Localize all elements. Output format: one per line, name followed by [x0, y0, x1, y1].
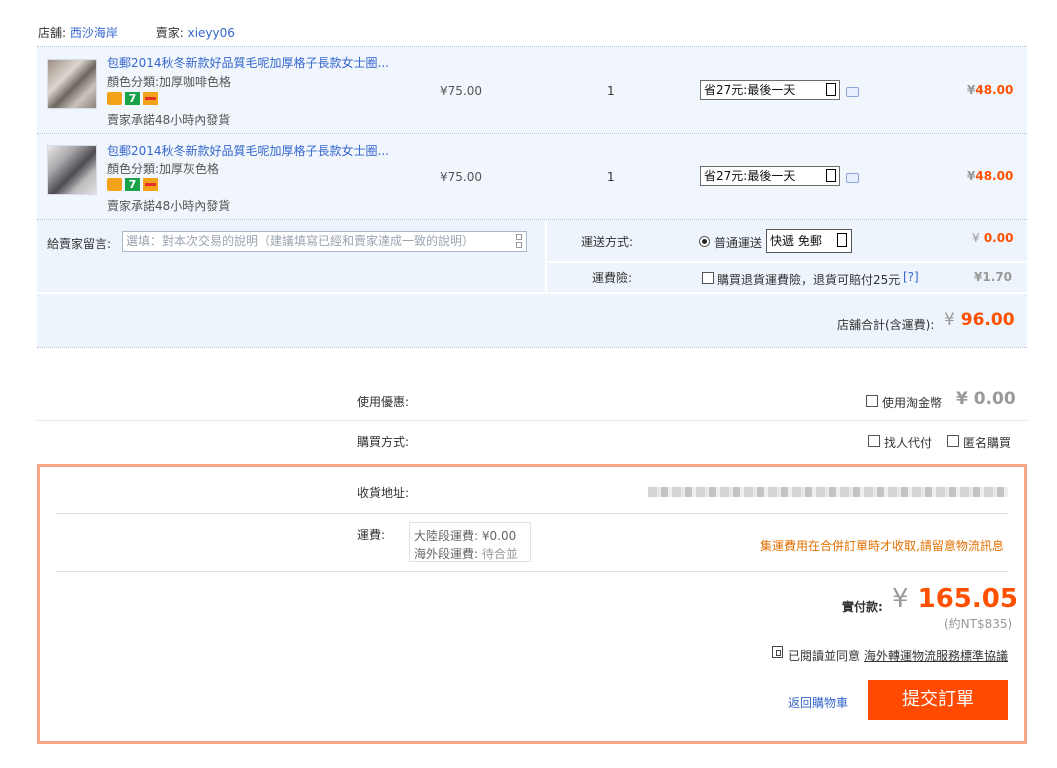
payment-approx: (約NT$835): [944, 617, 1013, 631]
item-title-link[interactable]: 包郵2014秋冬新款好品質毛呢加厚格子長款女士圈...: [107, 142, 389, 159]
dropdown-icon: [837, 233, 847, 247]
item-badges: 7: [107, 177, 161, 191]
overseas-freight: 海外段運費: 待合並: [414, 547, 518, 561]
seller-message-input[interactable]: 選填：對本次交易的說明（建議填寫已經和賣家達成一致的說明）: [122, 231, 527, 252]
store-name-link[interactable]: 西沙海岸: [70, 26, 118, 40]
shop-total-value: ¥ 96.00: [944, 310, 1015, 330]
item-shipping-promise: 賣家承諾48小時內發貨: [107, 199, 231, 213]
store-label: 店舖:: [38, 26, 67, 40]
credit-card-icon[interactable]: [143, 178, 158, 191]
panel-divider: [547, 261, 1027, 263]
purchase-method-label: 購買方式:: [357, 435, 410, 449]
insurance-checkbox[interactable]: [702, 272, 714, 284]
item-subtotal: ¥48.00: [967, 169, 1014, 183]
divider: [56, 571, 1008, 572]
seven-day-return-icon[interactable]: 7: [125, 92, 140, 105]
item-quantity: 1: [607, 170, 615, 184]
anonymous-checkbox[interactable]: [947, 435, 959, 447]
shop-total-label: 店舖合計(含運費):: [837, 318, 935, 332]
discount-label: 使用優惠:: [357, 395, 410, 409]
proxy-pay-label: 找人代付: [884, 436, 933, 450]
item-unit-price: ¥75.00: [440, 84, 482, 98]
shipping-price: ¥ 0.00: [972, 231, 1014, 245]
back-to-cart-link[interactable]: 返回購物車: [788, 694, 848, 711]
item-badges: 7: [107, 91, 161, 105]
freight-label: 運費:: [357, 528, 386, 542]
shipping-select[interactable]: 快遞 免郵: [766, 229, 852, 253]
proxy-pay-checkbox[interactable]: [868, 435, 880, 447]
shipping-radio[interactable]: [699, 236, 710, 247]
item-quantity: 1: [607, 84, 615, 98]
divider: [37, 420, 1027, 421]
item-title-link[interactable]: 包郵2014秋冬新款好品質毛呢加厚格子長款女士圈...: [107, 54, 389, 71]
shipping-option-label: 普通運送: [714, 236, 763, 250]
anonymous-label: 匿名購買: [963, 436, 1012, 450]
taobao-coin-checkbox[interactable]: [866, 395, 878, 407]
item-variant: 顏色分類:加厚灰色格: [107, 162, 220, 176]
scrollbar[interactable]: [516, 234, 522, 249]
payment-total: ¥ 165.05: [892, 584, 1018, 614]
message-label: 給賣家留言:: [47, 237, 112, 251]
freight-notice: 集運費用在合併訂單時才收取,請留意物流訊息: [760, 539, 1004, 553]
dropdown-icon: [826, 83, 836, 96]
shop-header: 店舖: 西沙海岸 賣家: xieyy06: [38, 25, 269, 41]
item-thumbnail[interactable]: [47, 145, 97, 195]
seven-day-return-icon[interactable]: 7: [125, 178, 140, 191]
shipping-label: 運送方式:: [581, 235, 634, 249]
payment-label: 實付款:: [842, 600, 883, 614]
agreement-text: 已閱讀並同意: [788, 649, 861, 663]
item-unit-price: ¥75.00: [440, 170, 482, 184]
credit-card-icon[interactable]: [143, 92, 158, 105]
divider: [37, 347, 1027, 348]
seller-name-link[interactable]: xieyy06: [188, 26, 235, 40]
guarantee-icon[interactable]: [107, 178, 122, 191]
insurance-text: 購買退貨運費險，退貨可賠付25元: [717, 273, 901, 287]
insurance-help-link[interactable]: [?]: [903, 270, 919, 284]
seller-label: 賣家:: [155, 26, 184, 40]
mainland-freight: 大陸段運費: ¥0.00: [414, 529, 517, 543]
panel-divider: [37, 292, 1027, 294]
item-shipping-promise: 賣家承諾48小時內發貨: [107, 113, 231, 127]
agreement-checkbox[interactable]: [772, 646, 783, 658]
item-subtotal: ¥48.00: [967, 83, 1014, 97]
shipping-select-value: 快遞 免郵: [770, 234, 822, 248]
promo-value: 省27元:最後一天: [704, 169, 796, 183]
promo-select[interactable]: 省27元:最後一天: [700, 166, 840, 186]
agreement-link[interactable]: 海外轉運物流服務標準協議: [864, 647, 1008, 664]
discount-value: ¥ 0.00: [956, 389, 1016, 409]
divider: [56, 513, 1008, 514]
insurance-price: ¥1.70: [974, 270, 1012, 284]
submit-order-button[interactable]: 提交訂單: [868, 680, 1008, 720]
taobao-coin-label: 使用淘金幣: [882, 396, 943, 410]
insurance-label: 運費險:: [592, 271, 633, 285]
promo-value: 省27元:最後一天: [704, 83, 796, 97]
dropdown-icon: [826, 169, 836, 182]
message-placeholder: 選填：對本次交易的說明（建議填寫已經和賣家達成一致的說明）: [126, 234, 475, 248]
item-variant: 顏色分類:加厚咖啡色格: [107, 75, 232, 89]
message-icon[interactable]: [846, 87, 859, 97]
address-label: 收貨地址:: [357, 486, 410, 500]
address-redacted[interactable]: [648, 487, 1008, 497]
guarantee-icon[interactable]: [107, 92, 122, 105]
item-thumbnail[interactable]: [47, 59, 97, 109]
message-icon[interactable]: [846, 173, 859, 183]
promo-select[interactable]: 省27元:最後一天: [700, 80, 840, 100]
